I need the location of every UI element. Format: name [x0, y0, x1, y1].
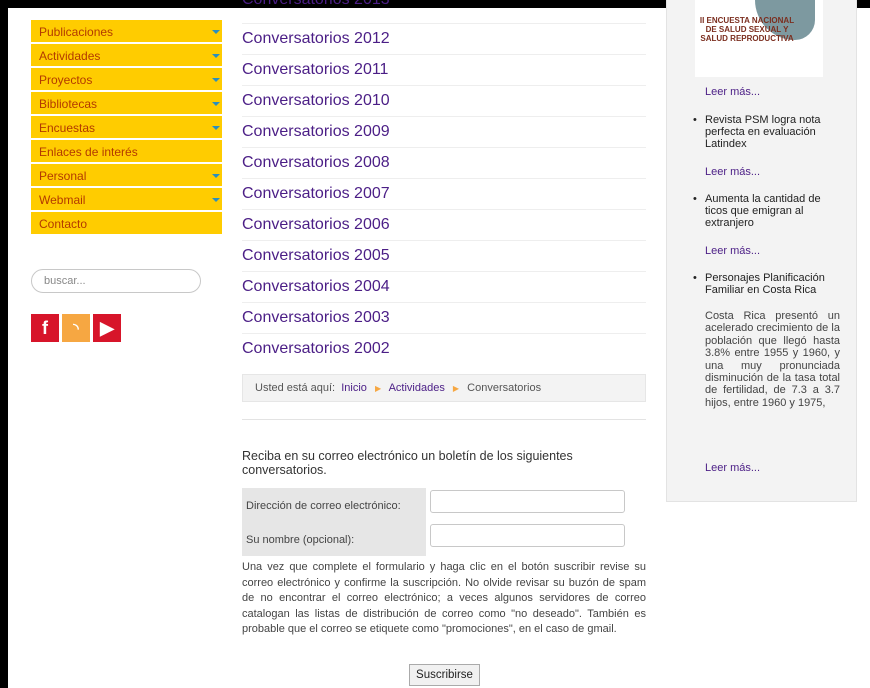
nav-item-actividades[interactable]: Actividades [31, 44, 222, 68]
nav-label: Personal [39, 169, 87, 183]
breadcrumb-home-link[interactable]: Inicio [341, 382, 367, 394]
nav-label: Enlaces de interés [39, 145, 138, 159]
breadcrumb-section-link[interactable]: Actividades [389, 382, 445, 394]
news-title[interactable]: Aumenta la cantidad de ticos que emigran… [705, 193, 821, 229]
search-input[interactable]: buscar... [31, 269, 201, 293]
conversatorio-link[interactable]: Conversatorios 2009 [242, 123, 390, 141]
conversatorio-link[interactable]: Conversatorios 2003 [242, 309, 390, 327]
nav-item-enlaces[interactable]: Enlaces de interés [31, 140, 222, 164]
breadcrumb-arrow-icon: ▶ [374, 384, 382, 393]
conversatorio-link[interactable]: Conversatorios 2012 [242, 30, 390, 48]
read-more-link[interactable]: Leer más... [705, 166, 760, 178]
nav-item-contacto[interactable]: Contacto [31, 212, 222, 236]
conversatorio-link[interactable]: Conversatorios 2002 [242, 340, 390, 358]
rss-icon[interactable]: ◝ [62, 314, 90, 342]
name-label-text: Su nombre (opcional): [246, 534, 355, 546]
email-label: Dirección de correo electrónico: [242, 488, 426, 522]
divider [242, 419, 646, 420]
nav-label: Publicaciones [39, 25, 114, 39]
nav-label: Contacto [39, 217, 88, 231]
facebook-icon[interactable]: f [31, 314, 59, 342]
window-left-border [0, 0, 8, 688]
read-more-link[interactable]: Leer más... [705, 462, 760, 474]
bullet-icon: • [693, 114, 697, 126]
name-field[interactable] [430, 524, 625, 547]
list-item: Conversatorios 2013 [242, 0, 646, 24]
breadcrumb-current: Conversatorios [467, 382, 542, 394]
nav-item-publicaciones[interactable]: Publicaciones [31, 20, 222, 44]
chevron-down-icon[interactable] [212, 30, 220, 34]
list-item: Conversatorios 2011 [242, 55, 646, 86]
name-row: Su nombre (opcional): [242, 522, 634, 556]
nav-label: Encuestas [39, 121, 96, 135]
subscribe-form: Dirección de correo electrónico: Su nomb… [242, 488, 634, 556]
list-item: Conversatorios 2008 [242, 148, 646, 179]
poster-text: II ENCUESTA NACIONAL DE SALUD SEXUAL Y S… [699, 16, 795, 43]
list-item: Conversatorios 2002 [242, 334, 646, 365]
conversatorio-link[interactable]: Conversatorios 2005 [242, 247, 390, 265]
conversatorio-link[interactable]: Conversatorios 2011 [242, 61, 388, 79]
read-more-link[interactable]: Leer más... [705, 86, 760, 98]
list-item: Conversatorios 2006 [242, 210, 646, 241]
news-title[interactable]: Revista PSM logra nota perfecta en evalu… [705, 114, 821, 150]
newsletter-heading: Reciba en su correo electrónico un bolet… [242, 449, 573, 477]
nav-label: Actividades [39, 49, 101, 63]
chevron-down-icon[interactable] [212, 198, 220, 202]
nav-label: Bibliotecas [39, 97, 98, 111]
nav-item-encuestas[interactable]: Encuestas [31, 116, 222, 140]
news-sidebar: II ENCUESTA NACIONAL DE SALUD SEXUAL Y S… [666, 0, 857, 502]
conversatorio-link[interactable]: Conversatorios 2004 [242, 278, 390, 296]
bullet-icon: • [693, 193, 697, 205]
list-item: Conversatorios 2012 [242, 24, 646, 55]
list-item: Conversatorios 2004 [242, 272, 646, 303]
email-label-text: Dirección de correo electrónico: [246, 500, 401, 512]
breadcrumb-arrow-icon: ▶ [452, 384, 460, 393]
news-item: • Aumenta la cantidad de ticos que emigra… [693, 193, 840, 229]
email-row: Dirección de correo electrónico: [242, 488, 634, 522]
list-item: Conversatorios 2010 [242, 86, 646, 117]
nav-label: Proyectos [39, 73, 93, 87]
subscribe-note: Una vez que complete el formulario y hag… [242, 561, 646, 635]
name-label: Su nombre (opcional): [242, 522, 426, 556]
youtube-icon[interactable]: ▶ [93, 314, 121, 342]
conversatorio-link[interactable]: Conversatorios 2008 [242, 154, 390, 172]
list-item: Conversatorios 2005 [242, 241, 646, 272]
nav-label: Webmail [39, 193, 86, 207]
news-title[interactable]: Personajes Planificación Familiar en Cos… [705, 272, 825, 296]
news-excerpt: Costa Rica presentó un acelerado crecimi… [705, 310, 840, 409]
breadcrumb: Usted está aquí: Inicio ▶ Actividades ▶ … [242, 374, 646, 402]
breadcrumb-prefix: Usted está aquí: [255, 382, 336, 394]
news-item: • Personajes Planificación Familiar en Co… [693, 272, 840, 296]
chevron-down-icon[interactable] [212, 54, 220, 58]
list-item: Conversatorios 2007 [242, 179, 646, 210]
nav-item-proyectos[interactable]: Proyectos [31, 68, 222, 92]
chevron-down-icon[interactable] [212, 174, 220, 178]
list-item: Conversatorios 2009 [242, 117, 646, 148]
chevron-down-icon[interactable] [212, 102, 220, 106]
chevron-down-icon[interactable] [212, 78, 220, 82]
nav-item-webmail[interactable]: Webmail [31, 188, 222, 212]
survey-poster-image[interactable]: II ENCUESTA NACIONAL DE SALUD SEXUAL Y S… [695, 0, 823, 77]
email-field[interactable] [430, 490, 625, 513]
social-links: f ◝ ▶ [31, 314, 121, 342]
conversatorio-link[interactable]: Conversatorios 2013 [242, 0, 390, 9]
main-nav: Publicaciones Actividades Proyectos Bibl… [31, 20, 222, 236]
conversatorio-link[interactable]: Conversatorios 2006 [242, 216, 390, 234]
nav-item-bibliotecas[interactable]: Bibliotecas [31, 92, 222, 116]
list-item: Conversatorios 2003 [242, 303, 646, 334]
conversatorio-link[interactable]: Conversatorios 2010 [242, 92, 390, 110]
read-more-link[interactable]: Leer más... [705, 245, 760, 257]
subscribe-button[interactable]: Suscribirse [409, 664, 480, 686]
bullet-icon: • [693, 272, 697, 284]
conversatorio-link[interactable]: Conversatorios 2007 [242, 185, 390, 203]
chevron-down-icon[interactable] [212, 126, 220, 130]
nav-item-personal[interactable]: Personal [31, 164, 222, 188]
news-item: • Revista PSM logra nota perfecta en eval… [693, 114, 840, 150]
conversatorios-list: Conversatorios 2013 Conversatorios 2012 … [242, 0, 646, 365]
